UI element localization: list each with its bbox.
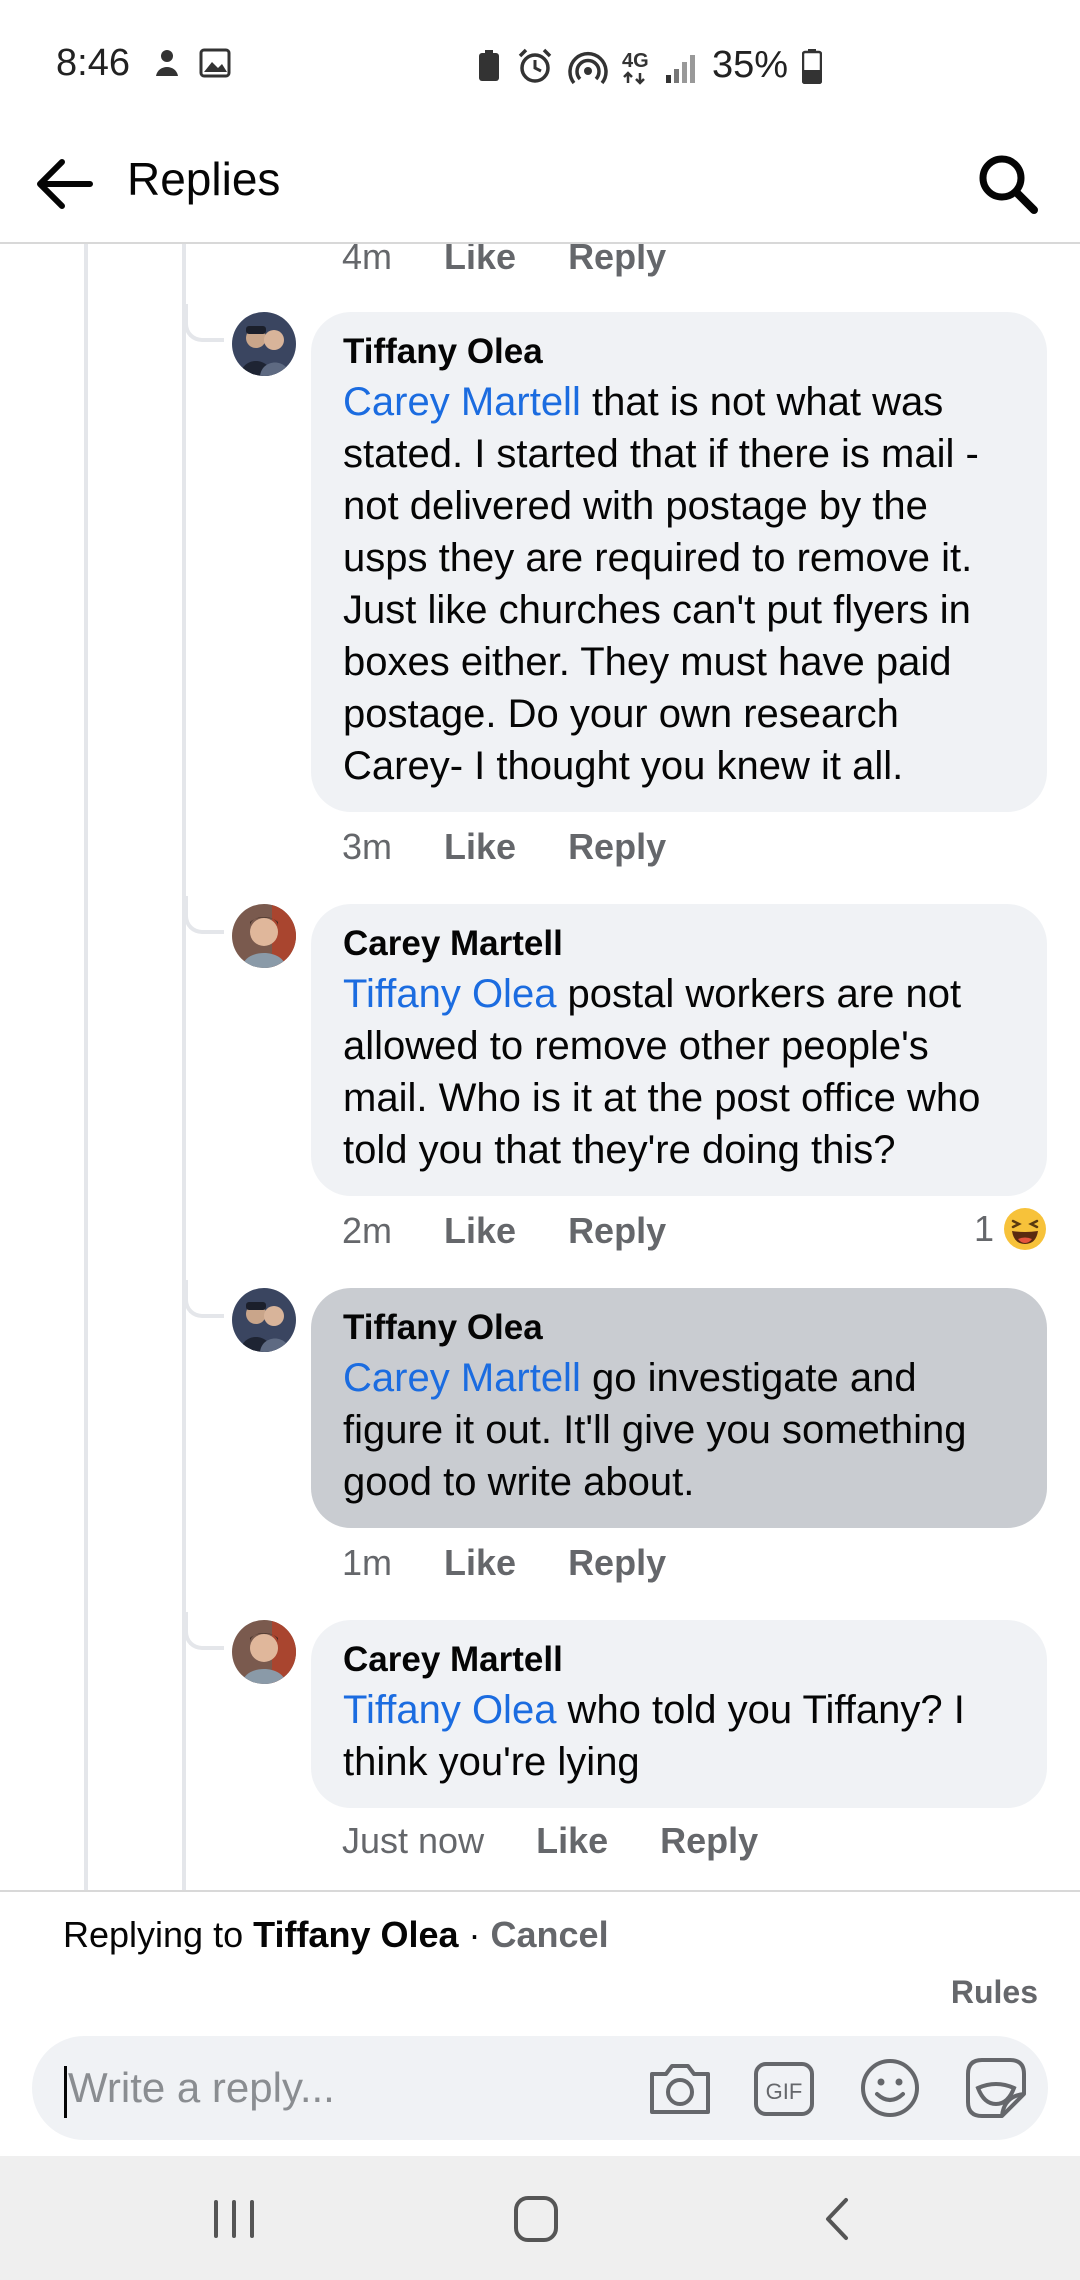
comment-actions: Just now Like Reply	[342, 1820, 758, 1862]
status-right-icons: 4G 35%	[476, 44, 823, 87]
comment-actions: 3m Like Reply	[342, 826, 666, 868]
mention-link[interactable]: Carey Martell	[343, 380, 581, 424]
comment-actions: 2m Like Reply	[342, 1210, 666, 1252]
replying-prefix: Replying to	[63, 1914, 254, 1955]
comment-bubble-selected[interactable]: Tiffany Olea Carey Martell go investigat…	[311, 1288, 1047, 1528]
hotspot-icon	[568, 51, 608, 84]
gif-icon[interactable]: GIF	[750, 2054, 818, 2122]
avatar[interactable]	[232, 1620, 296, 1684]
svg-text:4G: 4G	[622, 50, 649, 72]
mention-link[interactable]: Carey Martell	[343, 1356, 581, 1400]
home-icon[interactable]	[506, 2192, 566, 2246]
reply-placeholder: Write a reply...	[68, 2064, 335, 2111]
reply-connector	[184, 1612, 224, 1650]
comment-text: Carey Martell go investigate and figure …	[343, 1352, 1015, 1508]
nav-back-icon[interactable]	[808, 2192, 868, 2246]
reply-button[interactable]: Reply	[568, 1210, 666, 1252]
svg-text:GIF: GIF	[766, 2079, 803, 2104]
back-arrow-icon[interactable]	[32, 152, 96, 216]
status-bar: 8:46 4G 35%	[0, 0, 1080, 130]
like-button[interactable]: Like	[444, 1542, 516, 1584]
comment-text: Carey Martell that is not what was state…	[343, 376, 1015, 792]
comment-bubble[interactable]: Carey Martell Tiffany Olea who told you …	[311, 1620, 1047, 1808]
comment-body: that is not what was stated. I started t…	[343, 380, 979, 788]
system-nav-bar	[0, 2156, 1080, 2280]
replying-to-banner: Replying to Tiffany Olea · Cancel	[63, 1914, 609, 1956]
app-header: Replies	[0, 130, 1080, 244]
status-left-icons	[150, 46, 232, 80]
comment-actions: 4m Like Reply	[342, 244, 666, 278]
status-time: 8:46	[56, 42, 130, 84]
comment-time: 2m	[342, 1210, 393, 1251]
avatar[interactable]	[232, 1288, 296, 1352]
alarm-icon	[518, 48, 552, 83]
emoji-icon[interactable]	[856, 2054, 924, 2122]
comment-time: 1m	[342, 1542, 393, 1583]
reply-composer: Replying to Tiffany Olea · Cancel Rules …	[0, 1890, 1080, 2158]
comment-bubble[interactable]: Tiffany Olea Carey Martell that is not w…	[311, 312, 1047, 812]
4g-signal-icon: 4G	[622, 50, 695, 85]
thread-line-inner	[182, 244, 186, 1890]
cancel-reply-button[interactable]: Cancel	[491, 1914, 609, 1955]
comment-author[interactable]: Tiffany Olea	[343, 1306, 1015, 1350]
replying-separator: ·	[458, 1914, 491, 1955]
comment-bubble[interactable]: Carey Martell Tiffany Olea postal worker…	[311, 904, 1047, 1196]
reply-button[interactable]: Reply	[568, 1542, 666, 1584]
battery-percent: 35%	[712, 44, 789, 86]
reply-connector	[184, 304, 224, 342]
comment-time: 3m	[342, 826, 393, 867]
recents-icon[interactable]	[204, 2192, 264, 2246]
replying-name: Tiffany Olea	[253, 1914, 459, 1955]
comment-time: 4m	[342, 244, 393, 277]
sticker-icon[interactable]	[962, 2054, 1030, 2122]
avatar[interactable]	[232, 904, 296, 968]
gallery-icon	[199, 48, 231, 78]
page-title: Replies	[127, 153, 281, 205]
like-button[interactable]: Like	[444, 826, 516, 868]
comment-time: Just now	[342, 1820, 485, 1861]
comment-author[interactable]: Carey Martell	[343, 1638, 1015, 1682]
rules-link[interactable]: Rules	[951, 1974, 1038, 2011]
camera-icon[interactable]	[646, 2054, 714, 2122]
comment-text: Tiffany Olea postal workers are not allo…	[343, 968, 1015, 1176]
like-button[interactable]: Like	[444, 244, 516, 278]
comment-text: Tiffany Olea who told you Tiffany? I thi…	[343, 1684, 1015, 1788]
laughing-reaction-icon	[1004, 1208, 1047, 1250]
mention-link[interactable]: Tiffany Olea	[343, 1688, 556, 1732]
comment-author[interactable]: Carey Martell	[343, 922, 1015, 966]
reply-button[interactable]: Reply	[568, 826, 666, 868]
replies-thread[interactable]: 4m Like Reply Tiffany Olea Carey Martell…	[0, 244, 1080, 1890]
like-button[interactable]: Like	[444, 1210, 516, 1252]
search-icon[interactable]	[972, 148, 1042, 218]
reply-button[interactable]: Reply	[568, 244, 666, 278]
reply-connector	[184, 1280, 224, 1318]
app-notification-icon	[156, 50, 178, 76]
reactions-summary[interactable]: 1	[974, 1206, 1048, 1252]
battery-saver-icon	[479, 49, 499, 81]
reply-input[interactable]: Write a reply... GIF	[32, 2036, 1048, 2140]
comment-actions: 1m Like Reply	[342, 1542, 666, 1584]
reply-button[interactable]: Reply	[660, 1820, 758, 1862]
like-button[interactable]: Like	[536, 1820, 608, 1862]
comment-author[interactable]: Tiffany Olea	[343, 330, 1015, 374]
text-caret	[64, 2066, 67, 2118]
mention-link[interactable]: Tiffany Olea	[343, 972, 556, 1016]
reply-connector	[184, 896, 224, 934]
reaction-count: 1	[974, 1208, 995, 1249]
battery-icon	[802, 48, 823, 84]
thread-line-outer	[84, 244, 88, 1890]
avatar[interactable]	[232, 312, 296, 376]
